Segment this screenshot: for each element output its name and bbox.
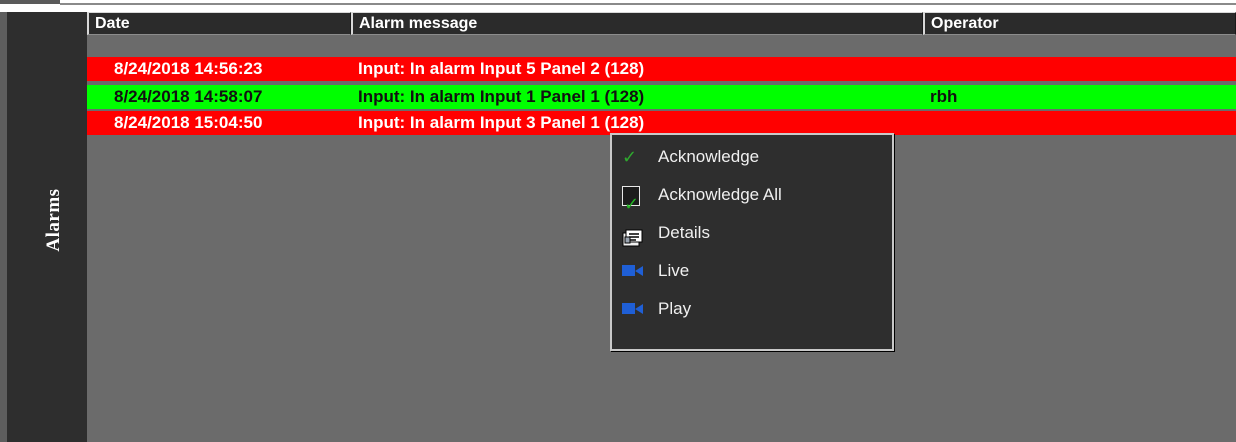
column-header-date[interactable]: Date [87, 12, 351, 35]
camera-icon [622, 300, 646, 318]
alarm-row[interactable]: 8/24/2018 14:58:07 Input: In alarm Input… [87, 85, 1236, 109]
alarms-side-title: Alarms [43, 188, 64, 252]
top-tab-stub [0, 0, 60, 4]
alarm-date: 8/24/2018 14:58:07 [114, 87, 263, 106]
menu-item-acknowledge-all[interactable]: ✓ Acknowledge All [612, 176, 892, 214]
menu-item-play[interactable]: Play [612, 290, 892, 328]
check-icon: ✓ [622, 147, 638, 167]
alarm-message: Input: In alarm Input 5 Panel 2 (128) [358, 59, 645, 78]
grid-header: Date Alarm message Operator [87, 12, 1236, 35]
top-divider [60, 3, 1236, 5]
alarm-operator: rbh [930, 87, 958, 106]
menu-item-label: Play [658, 299, 692, 318]
camera-icon [622, 262, 646, 280]
menu-item-acknowledge[interactable]: ✓ Acknowledge [612, 138, 892, 176]
alarm-date: 8/24/2018 15:04:50 [114, 113, 263, 132]
alarms-side-tab[interactable]: Alarms [7, 12, 87, 442]
menu-item-label: Details [658, 223, 710, 242]
checkbox-check-icon: ✓ [622, 186, 640, 214]
column-header-alarm-message[interactable]: Alarm message [351, 12, 923, 35]
menu-item-label: Acknowledge [658, 147, 760, 166]
details-icon [622, 224, 646, 247]
alarm-row[interactable]: 8/24/2018 15:04:50 Input: In alarm Input… [87, 111, 1236, 135]
menu-item-label: Live [658, 261, 690, 280]
alarm-date: 8/24/2018 14:56:23 [114, 59, 263, 78]
alarm-context-menu: ✓ Acknowledge ✓ Acknowledge All Details … [610, 133, 894, 351]
menu-item-details[interactable]: Details [612, 214, 892, 252]
alarm-row[interactable]: 8/24/2018 14:56:23 Input: In alarm Input… [87, 57, 1236, 81]
left-border-strip [0, 12, 7, 442]
window-top-edge [0, 0, 1236, 10]
column-header-operator[interactable]: Operator [923, 12, 1236, 35]
menu-item-live[interactable]: Live [612, 252, 892, 290]
menu-item-label: Acknowledge All [658, 185, 782, 204]
alarm-message: Input: In alarm Input 1 Panel 1 (128) [358, 87, 645, 106]
alarm-message: Input: In alarm Input 3 Panel 1 (128) [358, 113, 645, 132]
